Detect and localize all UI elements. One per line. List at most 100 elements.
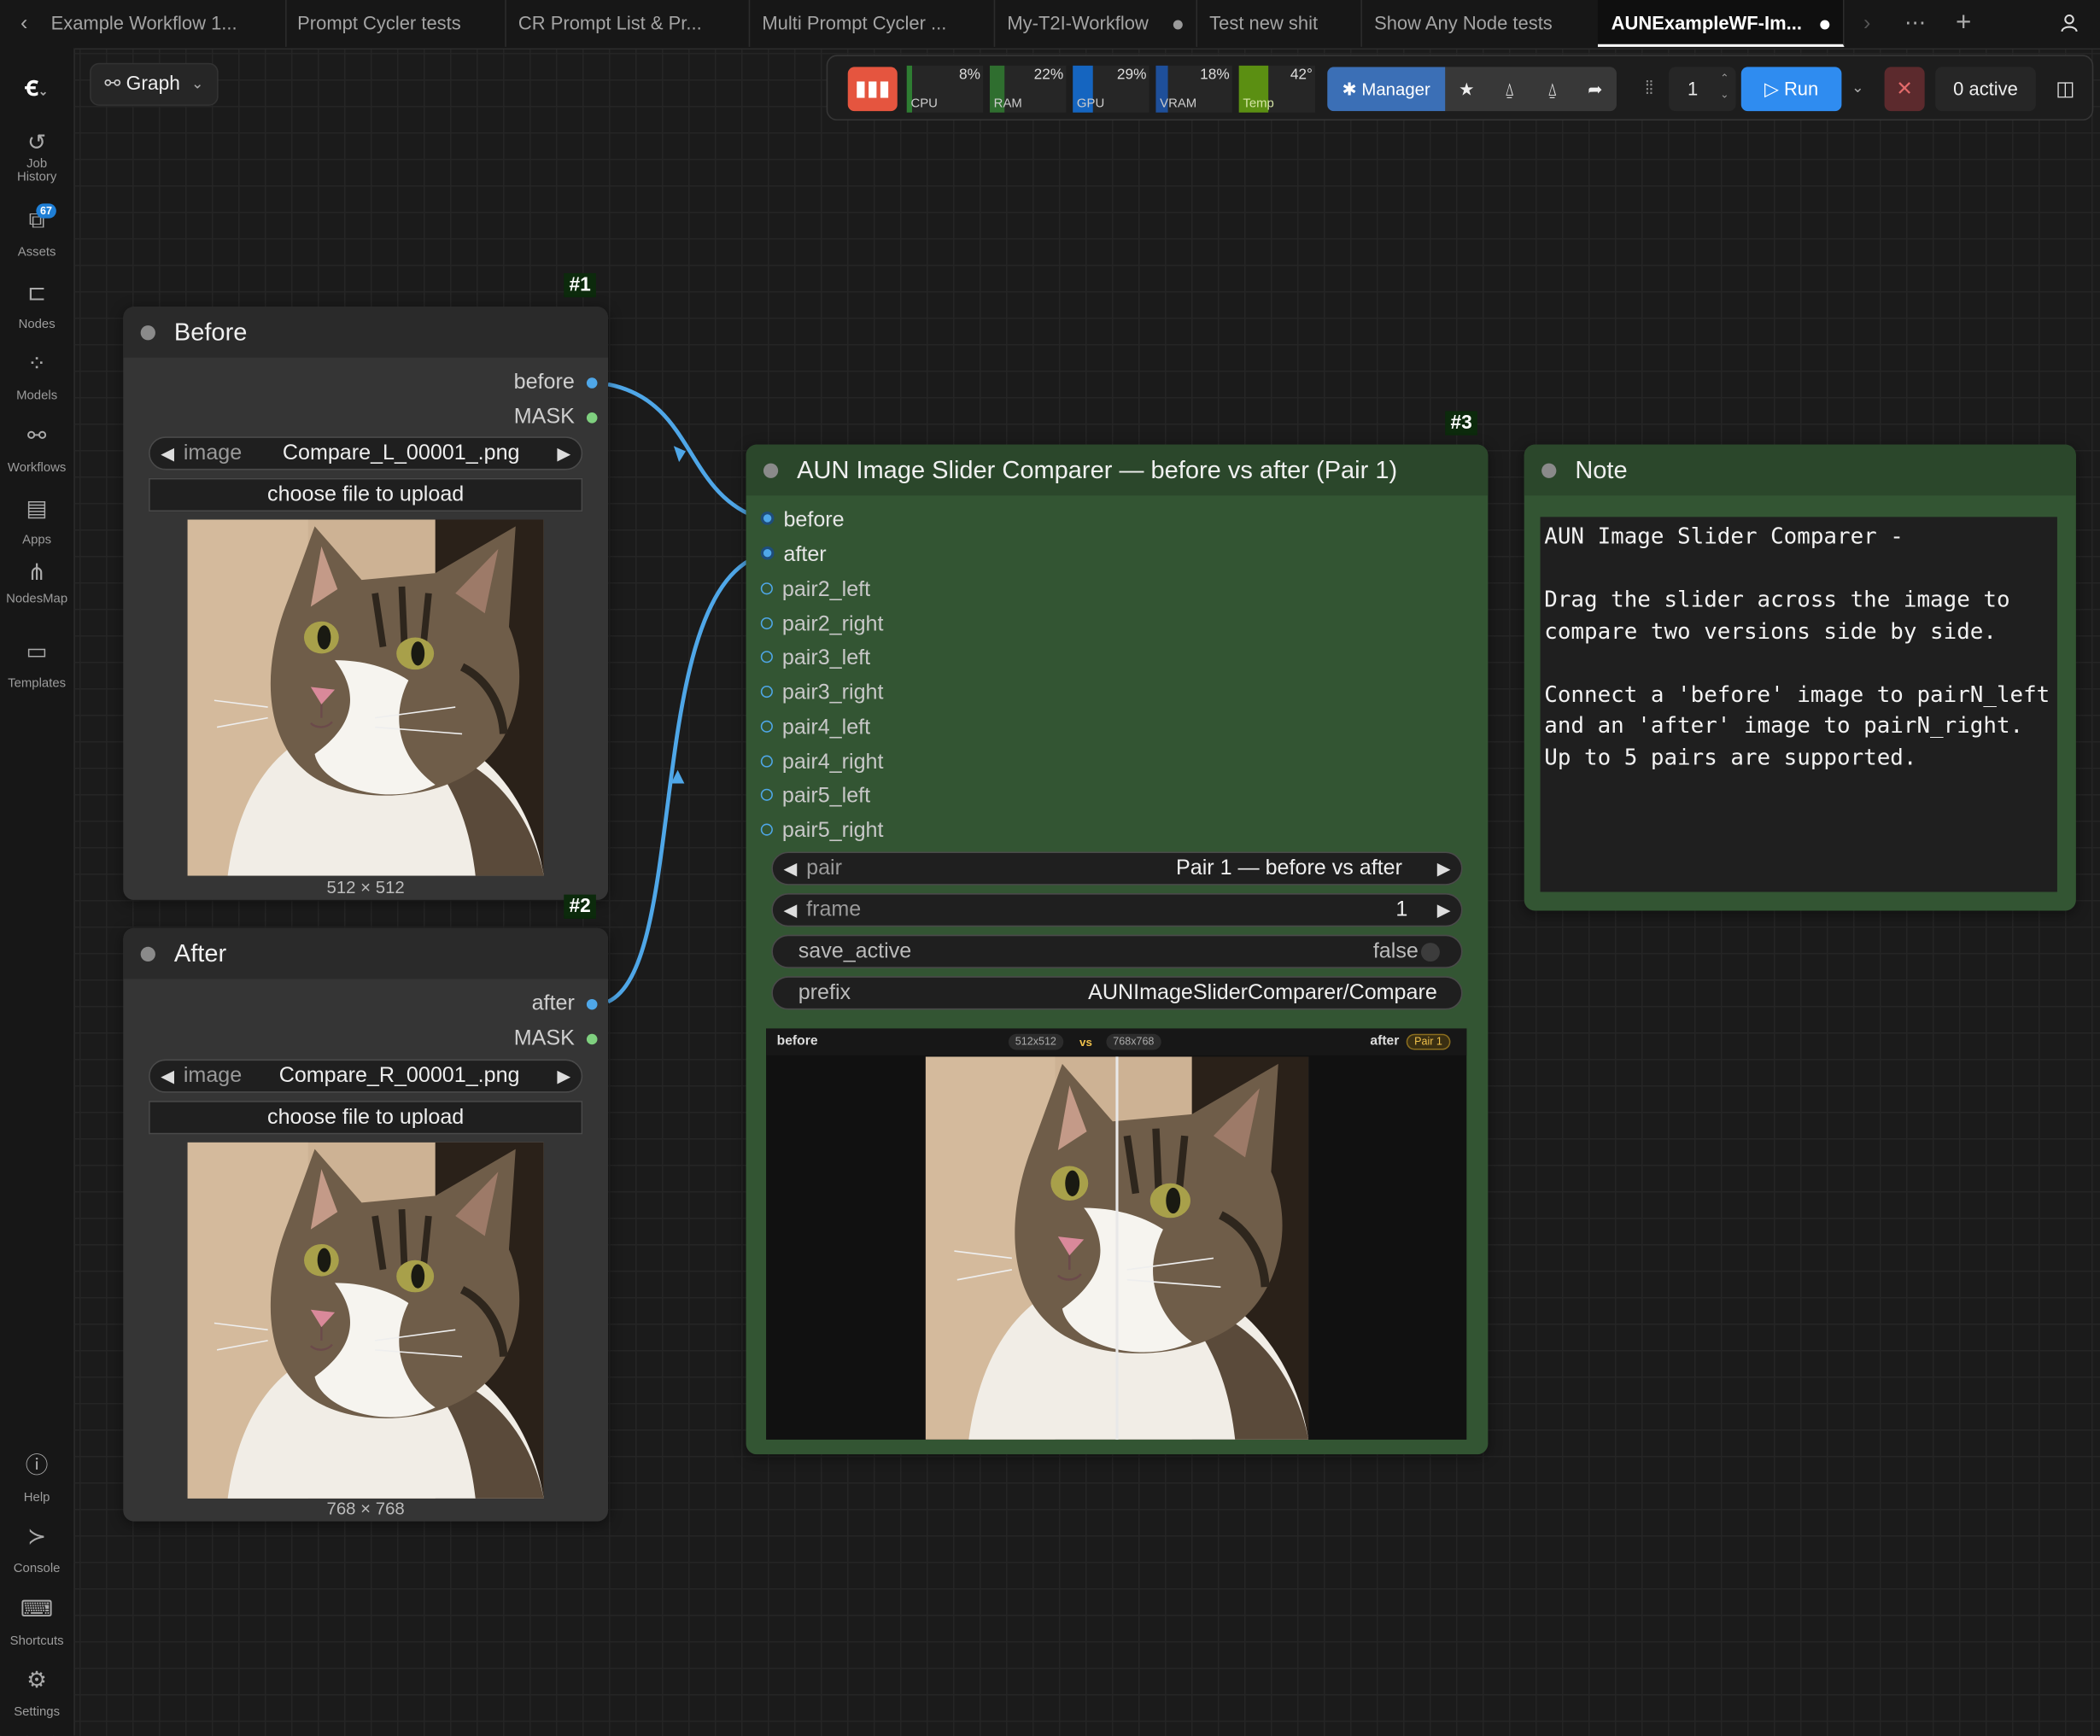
arrow-right-icon[interactable]: ▶: [557, 438, 570, 469]
sidebar-item-workflows[interactable]: ⚯ Workflows: [0, 422, 73, 476]
tab-label: Show Any Node tests: [1374, 12, 1553, 34]
input-slot-before[interactable]: before: [760, 507, 845, 534]
user-icon[interactable]: [2053, 0, 2085, 47]
comfy-logo[interactable]: ꞓ⌄: [0, 73, 73, 102]
arrow-right-icon[interactable]: ▶: [1437, 895, 1451, 926]
save-active-toggle[interactable]: save_active false: [771, 934, 1463, 968]
plus-icon[interactable]: +: [1947, 0, 1980, 47]
toggle-panel-icon[interactable]: ◫: [2045, 67, 2085, 111]
collapse-dot-icon[interactable]: [140, 946, 155, 962]
link-arrow-after: [670, 769, 685, 784]
input-label: pair4_left: [781, 716, 871, 739]
chevron-right-icon[interactable]: ›: [1851, 0, 1883, 47]
sidebar-item-shortcuts[interactable]: ⌨ Shortcuts: [0, 1595, 73, 1649]
cancel-button[interactable]: ✕: [1884, 67, 1925, 112]
tab-aun-example-wf[interactable]: AUNExampleWF-Im...: [1597, 0, 1845, 47]
frame-number-widget[interactable]: ◀ frame 1 ▶: [771, 893, 1463, 927]
input-dot-icon: [760, 685, 773, 698]
monitor-toggle-button[interactable]: ▮▮▮: [847, 67, 898, 112]
node-title-bar[interactable]: Before: [123, 307, 609, 358]
input-slot-pair4-left[interactable]: pair4_left: [760, 715, 871, 741]
drag-handle-icon[interactable]: ⁞⁞: [1645, 76, 1654, 97]
tab-show-any-node-tests[interactable]: Show Any Node tests: [1360, 0, 1600, 47]
arrow-left-icon[interactable]: ◀: [783, 895, 797, 926]
nodes-icon: ⊏: [26, 279, 47, 306]
output-slot-mask[interactable]: [586, 412, 598, 424]
sidebar-item-job-history[interactable]: ↺ Job History: [0, 129, 73, 185]
star-icon[interactable]: ★: [1445, 67, 1488, 111]
tab-cr-prompt-list[interactable]: CR Prompt List & Pr...: [505, 0, 751, 47]
load-image-node-after[interactable]: After after MASK ◀ image Compare_R_00001…: [123, 927, 609, 1522]
input-slot-pair2-right[interactable]: pair2_right: [760, 612, 883, 639]
node-icon[interactable]: ⍙: [1488, 67, 1530, 111]
sidebar-item-label: Console: [13, 1561, 61, 1576]
node-title-bar[interactable]: After: [123, 927, 609, 979]
tab-my-t2i-workflow[interactable]: My-T2I-Workflow: [994, 0, 1198, 47]
output-slot-image[interactable]: [586, 998, 598, 1010]
slider-compare-preview[interactable]: before 512x512 vs 768x768 after Pair 1: [766, 1028, 1467, 1440]
pair-combo-widget[interactable]: ◀ pair Pair 1 — before vs after ▶: [771, 851, 1463, 886]
tab-test-new[interactable]: Test new shit: [1196, 0, 1362, 47]
tab-multi-prompt-cycler[interactable]: Multi Prompt Cycler ...: [749, 0, 996, 47]
input-slot-pair5-left[interactable]: pair5_left: [760, 783, 870, 810]
queue-count-stepper[interactable]: 1 ⌃ ⌄: [1669, 67, 1736, 112]
arrow-left-icon[interactable]: ◀: [783, 853, 797, 884]
models-icon: ⁘: [26, 350, 47, 377]
image-combo-widget[interactable]: ◀ image Compare_R_00001_.png ▶: [149, 1059, 583, 1093]
output-slot-image[interactable]: [586, 377, 598, 389]
node-title-bar[interactable]: Note: [1524, 444, 2076, 496]
sidebar-item-templates[interactable]: ▭ Templates: [0, 638, 73, 692]
input-slot-pair4-right[interactable]: pair4_right: [760, 750, 883, 776]
prefix-text-widget[interactable]: prefix AUNImageSliderComparer/Compare: [771, 976, 1463, 1010]
arrow-right-icon[interactable]: ▶: [557, 1061, 570, 1091]
back-icon[interactable]: ‹: [8, 0, 40, 47]
note-textarea[interactable]: AUN Image Slider Comparer - Drag the sli…: [1540, 517, 2057, 892]
share-icon[interactable]: ➦: [1574, 67, 1617, 111]
preview-right-label: after: [1370, 1033, 1400, 1049]
output-slot-mask[interactable]: [586, 1033, 598, 1045]
sidebar-item-assets[interactable]: ⧉ 67 Assets: [0, 203, 73, 260]
gpu-meter: 29% GPU: [1073, 65, 1149, 113]
slider-handle[interactable]: [1115, 1056, 1119, 1440]
input-slot-pair5-right[interactable]: pair5_right: [760, 818, 883, 845]
note-node[interactable]: Note AUN Image Slider Comparer - Drag th…: [1524, 444, 2076, 911]
active-queue-button[interactable]: 0 active: [1935, 67, 2036, 112]
sidebar-item-nodesmap[interactable]: ⋔ NodesMap: [0, 558, 73, 606]
sidebar-item-models[interactable]: ⁘ Models: [0, 349, 73, 403]
toggle-knob-icon[interactable]: [1420, 943, 1440, 962]
graph-icon: ⚯: [104, 73, 121, 96]
input-slot-pair3-left[interactable]: pair3_left: [760, 646, 870, 672]
temp-label: Temp: [1243, 96, 1274, 112]
assets-count-badge: 67: [36, 203, 56, 219]
graph-mode-dropdown[interactable]: ⚯ Graph ⌄: [90, 62, 219, 106]
preview-header: before 512x512 vs 768x768 after Pair 1: [766, 1028, 1467, 1055]
image-slider-comparer-node[interactable]: AUN Image Slider Comparer — before vs af…: [746, 444, 1489, 1455]
tab-example-workflow[interactable]: Example Workflow 1...: [38, 0, 287, 47]
collapse-dot-icon[interactable]: [140, 325, 155, 341]
stepper-arrows-icon[interactable]: ⌃ ⌄: [1720, 71, 1729, 103]
choose-file-button[interactable]: choose file to upload: [149, 1101, 583, 1135]
arrow-right-icon[interactable]: ▶: [1437, 853, 1451, 884]
sidebar-item-console[interactable]: ≻ Console: [0, 1523, 73, 1576]
sidebar-item-apps[interactable]: ▤ Apps: [0, 494, 73, 548]
load-image-node-before[interactable]: Before before MASK ◀ image Compare_L_000…: [123, 307, 609, 900]
tab-prompt-cycler-tests[interactable]: Prompt Cycler tests: [284, 0, 506, 47]
node-alt-icon[interactable]: ⍙: [1531, 67, 1574, 111]
input-slot-after[interactable]: after: [760, 542, 827, 569]
more-icon[interactable]: ⋯: [1899, 0, 1932, 47]
run-button[interactable]: ▷ Run: [1740, 67, 1842, 112]
arrow-left-icon[interactable]: ◀: [161, 1061, 174, 1091]
collapse-dot-icon[interactable]: [763, 463, 779, 478]
image-combo-widget[interactable]: ◀ image Compare_L_00001_.png ▶: [149, 436, 583, 471]
sidebar-item-settings[interactable]: ⚙ Settings: [0, 1666, 73, 1720]
sidebar-item-nodes[interactable]: ⊏ Nodes: [0, 278, 73, 332]
manager-button[interactable]: ✱ Manager: [1327, 67, 1446, 112]
run-options-chevron-icon[interactable]: ⌄: [1847, 67, 1869, 111]
sidebar-item-help[interactable]: ⓘ Help: [0, 1452, 73, 1505]
choose-file-button[interactable]: choose file to upload: [149, 477, 583, 512]
node-title-bar[interactable]: AUN Image Slider Comparer — before vs af…: [746, 444, 1489, 496]
input-slot-pair3-right[interactable]: pair3_right: [760, 681, 883, 707]
arrow-left-icon[interactable]: ◀: [161, 438, 174, 469]
collapse-dot-icon[interactable]: [1541, 463, 1557, 478]
input-slot-pair2-left[interactable]: pair2_left: [760, 577, 870, 604]
